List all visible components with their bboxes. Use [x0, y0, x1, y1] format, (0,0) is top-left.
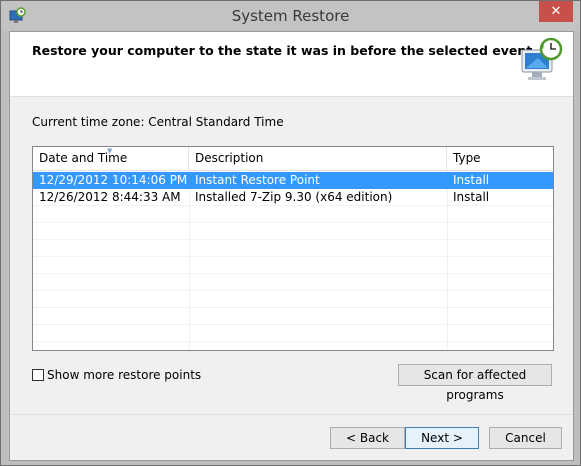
window-title: System Restore — [231, 7, 350, 25]
header-title: Restore your computer to the state it wa… — [32, 43, 533, 58]
row-description: Installed 7-Zip 9.30 (x64 edition) — [195, 190, 393, 204]
grid-line — [33, 341, 553, 342]
restore-monitor-icon — [521, 37, 563, 80]
grid-line — [33, 256, 553, 257]
table-row[interactable]: 12/26/2012 8:44:33 AM Installed 7-Zip 9.… — [33, 189, 553, 206]
grid-line — [33, 222, 553, 223]
footer-divider — [10, 414, 573, 415]
row-type: Install — [453, 173, 490, 187]
row-date: 12/29/2012 10:14:06 PM — [39, 173, 188, 187]
show-more-label[interactable]: Show more restore points — [47, 368, 201, 382]
grid-line — [33, 324, 553, 325]
restore-points-list[interactable]: Date and Time ▼ Description Type 12/29/2… — [32, 146, 554, 351]
close-button[interactable]: ✕ — [539, 1, 573, 22]
show-more-checkbox[interactable] — [32, 369, 44, 381]
list-header: Date and Time ▼ Description Type — [33, 147, 553, 171]
cancel-button[interactable]: Cancel — [489, 427, 562, 449]
system-restore-window: System Restore ✕ Restore your computer t… — [0, 0, 581, 466]
row-date: 12/26/2012 8:44:33 AM — [39, 190, 181, 204]
grid-line — [33, 307, 553, 308]
timezone-label: Current time zone: Central Standard Time — [32, 115, 284, 129]
sort-indicator-icon: ▼ — [107, 147, 113, 155]
column-header-type[interactable]: Type — [447, 147, 553, 170]
header-panel: Restore your computer to the state it wa… — [10, 32, 573, 97]
grid-line — [33, 290, 553, 291]
row-description: Instant Restore Point — [195, 173, 320, 187]
grid-line — [33, 239, 553, 240]
grid-line — [33, 273, 553, 274]
title-bar[interactable]: System Restore ✕ — [1, 1, 580, 31]
column-header-description[interactable]: Description — [189, 147, 447, 170]
scan-affected-programs-button[interactable]: Scan for affected programs — [398, 364, 552, 402]
row-type: Install — [453, 190, 490, 204]
back-button[interactable]: < Back — [330, 427, 405, 449]
next-button[interactable]: Next > — [405, 427, 479, 449]
dialog-client: Restore your computer to the state it wa… — [9, 31, 574, 461]
table-row[interactable]: 12/29/2012 10:14:06 PM Instant Restore P… — [33, 172, 553, 189]
